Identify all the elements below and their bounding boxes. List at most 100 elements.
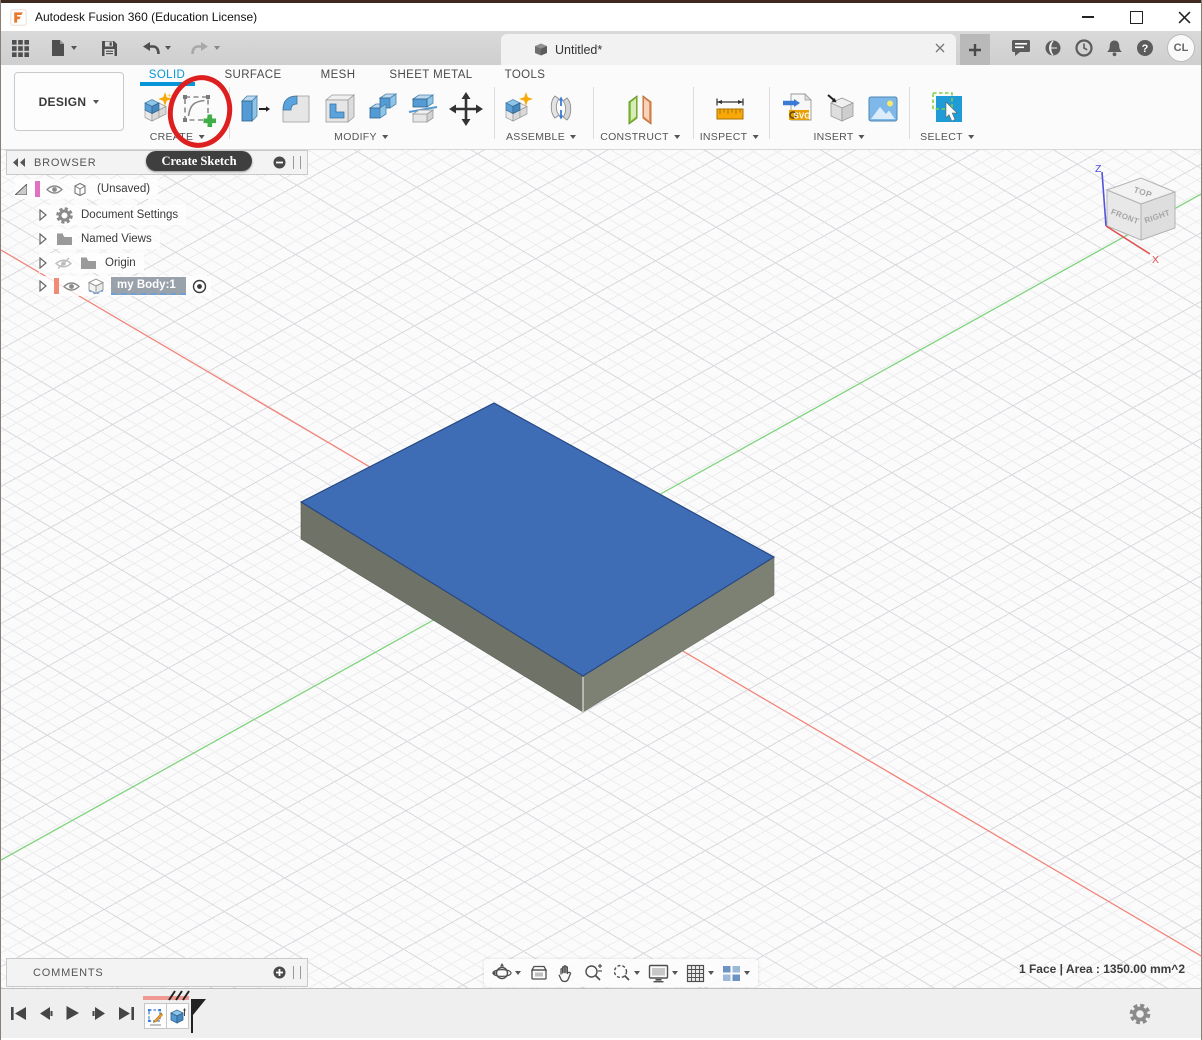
timeline-play-button[interactable] xyxy=(63,1002,82,1024)
look-at-icon[interactable] xyxy=(529,965,549,982)
body-name-selected[interactable]: my Body:1 xyxy=(111,277,186,295)
caret-down-icon xyxy=(71,46,77,50)
group-modify[interactable]: MODIFY xyxy=(334,131,388,143)
browser-row-named-views[interactable]: Named Views xyxy=(39,229,160,249)
browser-row-body[interactable]: my Body:1 xyxy=(39,276,211,296)
visibility-eye-icon[interactable] xyxy=(63,281,80,292)
comments-icon[interactable] xyxy=(1011,39,1031,57)
visibility-off-eye-icon[interactable] xyxy=(55,257,72,270)
expand-arrow-icon[interactable] xyxy=(39,209,47,221)
close-icon xyxy=(1178,11,1191,24)
assemble-new-component-icon[interactable] xyxy=(499,90,537,128)
tab-tools[interactable]: TOOLS xyxy=(501,67,550,83)
zoom-icon[interactable] xyxy=(583,963,603,983)
named-views-label[interactable]: Named Views xyxy=(81,233,152,245)
joint-icon[interactable] xyxy=(542,90,580,128)
browser-row-document[interactable]: (Unsaved) xyxy=(15,179,158,199)
viewports-button[interactable] xyxy=(722,965,750,982)
timeline-extrude-feature[interactable] xyxy=(166,1003,189,1029)
fit-button[interactable] xyxy=(611,963,640,983)
workspace-selector[interactable]: DESIGN xyxy=(14,72,124,131)
comments-panel-header[interactable]: COMMENTS xyxy=(6,958,308,987)
fillet-icon[interactable] xyxy=(277,90,315,128)
browser-row-origin[interactable]: Origin xyxy=(39,253,144,273)
insert-mesh-icon[interactable] xyxy=(822,90,860,128)
visibility-eye-icon[interactable] xyxy=(46,184,63,195)
pan-hand-icon[interactable] xyxy=(557,964,575,983)
select-icon[interactable] xyxy=(928,90,966,128)
file-menu-button[interactable] xyxy=(48,37,79,59)
grid-snap-button[interactable] xyxy=(686,964,714,983)
document-name[interactable]: (Unsaved) xyxy=(97,183,150,195)
expand-arrow-icon[interactable] xyxy=(39,257,47,269)
maximize-button[interactable] xyxy=(1127,8,1145,26)
panel-grip-handle[interactable] xyxy=(293,966,301,979)
expanded-arrow-icon[interactable] xyxy=(15,184,27,195)
body-cube-icon xyxy=(86,277,106,295)
expand-arrow-icon[interactable] xyxy=(39,233,47,245)
account-avatar[interactable]: CL xyxy=(1167,34,1195,62)
timeline-step-back-button[interactable] xyxy=(36,1002,55,1024)
tab-mesh[interactable]: MESH xyxy=(317,67,360,83)
origin-label[interactable]: Origin xyxy=(105,257,136,269)
minimize-button[interactable] xyxy=(1079,8,1097,26)
activate-component-radio-icon[interactable] xyxy=(192,279,207,294)
tab-sheet-metal[interactable]: SHEET METAL xyxy=(385,67,476,83)
canvas-image-icon[interactable] xyxy=(864,90,902,128)
notifications-bell-icon[interactable] xyxy=(1106,39,1123,57)
selection-status: 1 Face | Area : 1350.00 mm^2 xyxy=(1019,962,1185,976)
orbit-button[interactable] xyxy=(492,963,521,983)
insert-svg-icon[interactable]: SVG xyxy=(780,90,818,128)
close-button[interactable] xyxy=(1175,8,1193,26)
document-settings-label[interactable]: Document Settings xyxy=(81,209,178,221)
display-settings-button[interactable] xyxy=(648,964,678,983)
group-construct[interactable]: CONSTRUCT xyxy=(600,131,680,143)
undo-icon xyxy=(142,41,160,56)
tab-surface[interactable]: SURFACE xyxy=(220,67,285,83)
combine-icon[interactable] xyxy=(362,90,400,128)
app-grid-button[interactable] xyxy=(9,37,32,60)
timeline-skip-start-button[interactable] xyxy=(9,1002,28,1024)
document-tab[interactable]: Untitled* xyxy=(501,34,956,65)
body-my-body-1[interactable] xyxy=(301,403,774,712)
group-insert[interactable]: INSERT xyxy=(813,131,864,143)
display-settings-icon xyxy=(648,964,669,983)
caret-down-icon xyxy=(968,135,974,139)
save-button[interactable] xyxy=(99,38,120,59)
collapse-panel-icon[interactable] xyxy=(13,158,26,167)
timeline-step-forward-button[interactable] xyxy=(90,1002,109,1024)
ribbon-separator xyxy=(909,87,910,139)
axis-x-label: X xyxy=(1152,254,1159,266)
timeline-sketch-feature[interactable] xyxy=(144,1003,167,1029)
view-cube[interactable]: ​ Z X TOP FRONT RIGHT xyxy=(1086,158,1186,276)
navigation-toolbar xyxy=(484,959,758,987)
panel-grip-handle[interactable] xyxy=(293,156,301,169)
group-inspect[interactable]: INSPECT xyxy=(700,131,759,143)
expand-arrow-icon[interactable] xyxy=(39,280,47,292)
construct-plane-icon[interactable] xyxy=(621,90,659,128)
browser-row-document-settings[interactable]: Document Settings xyxy=(39,205,186,225)
network-status-icon[interactable] xyxy=(1044,39,1062,57)
workspace-label: DESIGN xyxy=(39,95,87,109)
remove-panel-icon[interactable] xyxy=(273,156,286,169)
group-select[interactable]: SELECT xyxy=(920,131,974,143)
settings-gear-icon[interactable] xyxy=(1129,1003,1151,1025)
help-icon[interactable]: ? xyxy=(1136,39,1154,57)
new-tab-button[interactable] xyxy=(960,34,990,65)
job-status-clock-icon[interactable] xyxy=(1075,39,1093,57)
press-pull-icon[interactable] xyxy=(233,90,271,128)
offset-face-icon[interactable] xyxy=(404,90,442,128)
redo-button[interactable] xyxy=(189,39,222,58)
viewport-3d[interactable]: ​ Z X TOP FRONT RIGHT BROWSER xyxy=(1,150,1201,988)
add-panel-icon[interactable] xyxy=(273,966,286,979)
measure-icon[interactable] xyxy=(711,90,749,128)
tab-close-icon[interactable] xyxy=(934,42,946,54)
timeline-marker-flag[interactable] xyxy=(193,999,206,1015)
document-tab-label: Untitled* xyxy=(555,43,602,57)
timeline-skip-end-button[interactable] xyxy=(117,1002,136,1024)
shell-icon[interactable] xyxy=(320,90,358,128)
undo-button[interactable] xyxy=(140,39,173,58)
group-assemble[interactable]: ASSEMBLE xyxy=(506,131,576,143)
move-copy-icon[interactable] xyxy=(447,90,485,128)
save-icon xyxy=(101,40,118,57)
